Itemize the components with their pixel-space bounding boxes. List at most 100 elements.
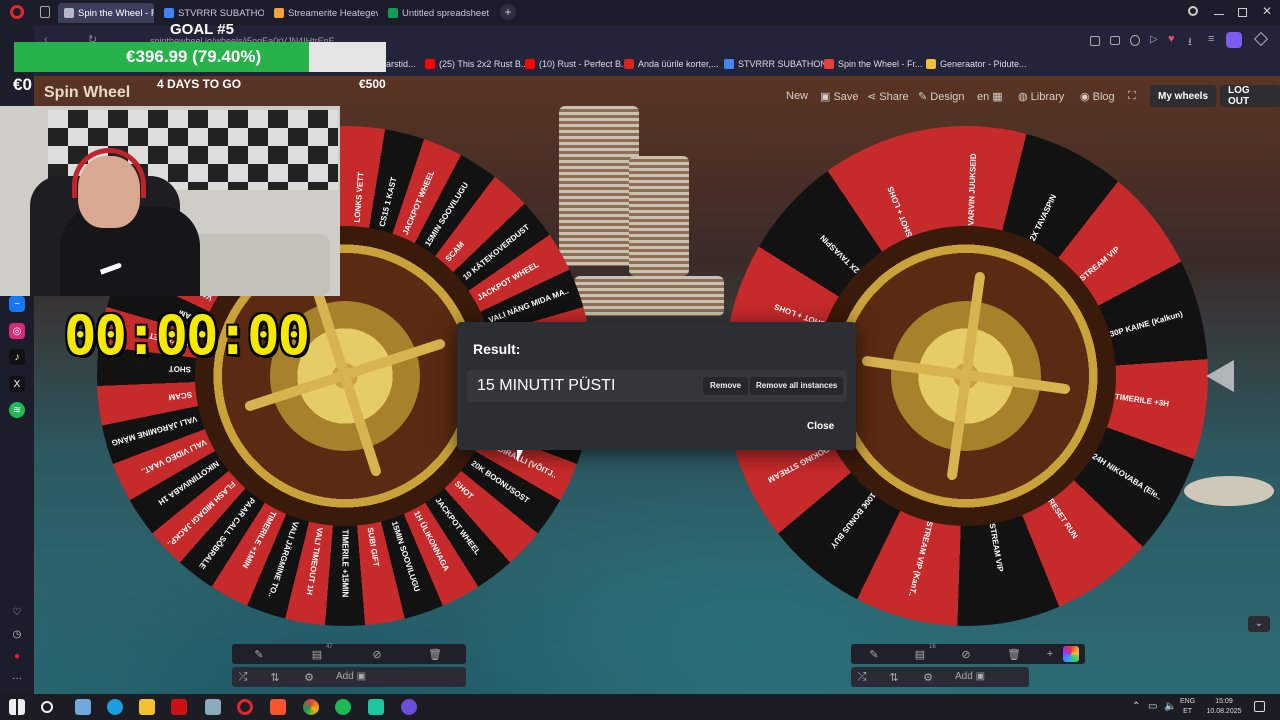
volume-icon[interactable]: 🔈 bbox=[1164, 701, 1176, 712]
app-icon[interactable] bbox=[401, 699, 417, 715]
history-icon[interactable]: ◷ bbox=[9, 626, 25, 642]
wheel-slice-label: 15MIN SOOVILUGU bbox=[389, 519, 422, 593]
site-logo[interactable]: Spin Wheel bbox=[44, 84, 130, 102]
minimize-icon[interactable] bbox=[1214, 14, 1224, 15]
spotify-icon[interactable]: ≋ bbox=[9, 402, 25, 418]
more-icon[interactable]: ··· bbox=[9, 670, 25, 686]
app-icon[interactable] bbox=[171, 699, 187, 715]
add-entry-button[interactable]: Add ▣ bbox=[955, 671, 985, 682]
nav-save[interactable]: ▣ Save bbox=[820, 90, 859, 103]
pencil-icon: ✎ bbox=[918, 91, 931, 103]
nav-new[interactable]: New bbox=[786, 90, 808, 102]
pencil-icon[interactable]: ✎ bbox=[252, 647, 266, 661]
bookmark-partial[interactable]: arstid... bbox=[386, 59, 416, 69]
file-explorer-icon[interactable] bbox=[139, 699, 155, 715]
scroll-down-icon[interactable]: ⌄ bbox=[1248, 616, 1270, 632]
notification-icon[interactable] bbox=[1254, 701, 1265, 712]
opera-logo-icon[interactable] bbox=[10, 5, 24, 19]
tab-label: STVRRR SUBATHON - Go bbox=[178, 7, 264, 19]
close-window-icon[interactable]: ✕ bbox=[1262, 4, 1272, 18]
tray-chevron-icon[interactable]: ⌃ bbox=[1132, 701, 1140, 712]
tiktok-icon[interactable]: ♪ bbox=[9, 349, 25, 365]
camera-icon[interactable] bbox=[1110, 36, 1120, 45]
nav-library[interactable]: ◍ Library bbox=[1018, 90, 1064, 103]
shuffle-icon[interactable]: ⤮ bbox=[236, 670, 250, 684]
new-tab-button[interactable]: + bbox=[500, 4, 516, 20]
fullscreen-icon[interactable]: ⛶ bbox=[1128, 90, 1136, 103]
search-icon[interactable] bbox=[41, 701, 53, 713]
youtube-icon bbox=[525, 59, 535, 69]
brave-icon[interactable] bbox=[270, 699, 286, 715]
edge-icon[interactable] bbox=[107, 699, 123, 715]
chip-stack-decor bbox=[629, 156, 689, 276]
clipboard-icon[interactable]: ▤ bbox=[913, 647, 927, 661]
instagram-icon[interactable]: ◎ bbox=[9, 323, 25, 339]
add-entry-button[interactable]: Add ▣ bbox=[336, 671, 366, 682]
globe-icon: ◍ bbox=[1018, 91, 1031, 103]
tab-streamerite[interactable]: Streamerite Heategevusm bbox=[268, 3, 378, 23]
folder-icon bbox=[926, 59, 936, 69]
app-icon[interactable] bbox=[368, 699, 384, 715]
wheel-slice-label: 1H ÜLIKONNAGA bbox=[412, 509, 452, 573]
remove-all-button[interactable]: Remove all instances bbox=[750, 377, 844, 395]
hide-icon[interactable]: ⊘ bbox=[370, 647, 384, 661]
nav-language[interactable]: en ▦ bbox=[977, 90, 1003, 103]
tab-spin-the-wheel[interactable]: Spin the Wheel - Free bbox=[58, 3, 154, 23]
x-twitter-icon[interactable]: X bbox=[9, 376, 25, 392]
clock[interactable]: 15:09 10.08.2025 bbox=[1202, 697, 1246, 717]
spotify-icon[interactable] bbox=[335, 699, 351, 715]
bookmark-item[interactable]: (25) This 2x2 Rust B... bbox=[425, 59, 528, 69]
widgets-icon[interactable] bbox=[75, 699, 91, 715]
logout-button[interactable]: LOG OUT bbox=[1220, 85, 1280, 107]
nav-design[interactable]: ✎ Design bbox=[918, 90, 965, 103]
hide-icon[interactable]: ⊘ bbox=[959, 647, 973, 661]
close-button[interactable]: Close bbox=[807, 421, 834, 432]
app-icon[interactable] bbox=[205, 699, 221, 715]
messenger-icon[interactable]: ~ bbox=[9, 296, 25, 312]
clipboard-icon[interactable]: ▤ bbox=[310, 647, 324, 661]
language-indicator[interactable]: ENG ET bbox=[1180, 697, 1195, 717]
remove-button[interactable]: Remove bbox=[703, 377, 749, 395]
profile-icon[interactable] bbox=[1226, 32, 1242, 48]
bookmark-label: Anda üürile korter,... bbox=[638, 59, 719, 69]
search-icon[interactable] bbox=[1188, 6, 1198, 16]
palette-icon[interactable] bbox=[1063, 646, 1079, 662]
shuffle-icon[interactable]: ⤮ bbox=[855, 670, 869, 684]
maximize-icon[interactable] bbox=[1238, 8, 1247, 17]
shield-icon[interactable] bbox=[1130, 35, 1140, 46]
nav-share[interactable]: ⋖ Share bbox=[867, 90, 909, 103]
sort-icon[interactable]: ⇅ bbox=[887, 670, 901, 684]
bookmark-item[interactable]: (10) Rust - Perfect B... bbox=[525, 59, 629, 69]
wheel-slice-label: VARVIN JUUKSEID bbox=[966, 153, 979, 226]
nav-blog-label: Blog bbox=[1092, 91, 1115, 103]
settings-icon[interactable]: ⚙ bbox=[921, 670, 935, 684]
settings-icon[interactable]: ⚙ bbox=[302, 670, 316, 684]
sort-icon[interactable]: ⇅ bbox=[268, 670, 282, 684]
menu-icon[interactable]: ≡ bbox=[1208, 33, 1214, 45]
extension-icon[interactable] bbox=[1253, 31, 1269, 47]
tab-spreadsheet[interactable]: Untitled spreadsheet - Go bbox=[382, 3, 492, 23]
opera-icon[interactable] bbox=[237, 699, 253, 715]
heart-icon[interactable]: ♡ bbox=[9, 604, 25, 620]
chrome-icon[interactable] bbox=[303, 699, 319, 715]
record-icon[interactable]: ● bbox=[9, 648, 25, 664]
tab-label: Streamerite Heategevusm bbox=[288, 7, 378, 19]
windows-start-icon[interactable] bbox=[9, 699, 25, 715]
nav-blog[interactable]: ◉ Blog bbox=[1080, 90, 1115, 103]
trash-icon[interactable]: 🗑 bbox=[1007, 647, 1021, 661]
edit-page-icon[interactable] bbox=[1090, 36, 1100, 46]
download-icon[interactable]: ⭳ bbox=[1188, 33, 1192, 52]
trash-icon[interactable]: 🗑 bbox=[428, 647, 442, 661]
bookmark-item[interactable]: Spin the Wheel - Fr... bbox=[824, 59, 923, 69]
bookmark-item[interactable]: STVRRR SUBATHON... bbox=[724, 59, 834, 69]
bookmark-item[interactable]: Anda üürile korter,... bbox=[624, 59, 719, 69]
pencil-icon[interactable]: ✎ bbox=[867, 647, 881, 661]
my-wheels-button[interactable]: My wheels bbox=[1150, 85, 1217, 107]
plus-icon[interactable]: + bbox=[1043, 647, 1057, 661]
bookmark-item[interactable]: Generaator - Pidute... bbox=[926, 59, 1027, 69]
heart-icon[interactable]: ♥ bbox=[1168, 33, 1175, 45]
network-icon[interactable]: ▭ bbox=[1148, 701, 1157, 712]
tab-subathon-doc[interactable]: STVRRR SUBATHON - Go bbox=[158, 3, 264, 23]
play-icon[interactable]: ▷ bbox=[1150, 34, 1158, 45]
tab-group-icon[interactable] bbox=[40, 6, 50, 18]
